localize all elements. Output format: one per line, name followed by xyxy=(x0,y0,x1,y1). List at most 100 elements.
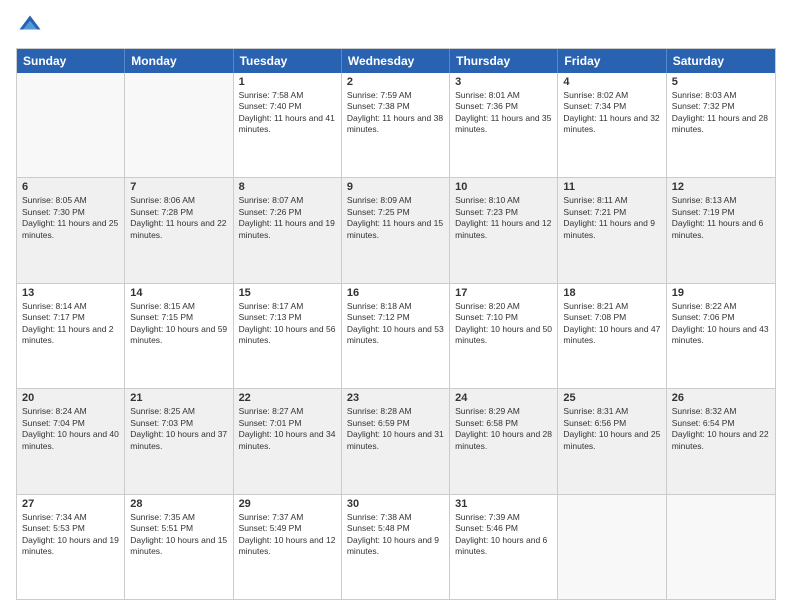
day-number: 30 xyxy=(347,498,444,510)
calendar-row-3: 20 Sunrise: 8:24 AM Sunset: 7:04 PM Dayli… xyxy=(17,389,775,494)
calendar-cell: 5 Sunrise: 8:03 AM Sunset: 7:32 PM Daylig… xyxy=(667,73,775,177)
calendar-cell: 18 Sunrise: 8:21 AM Sunset: 7:08 PM Dayli… xyxy=(558,284,666,388)
calendar-cell: 7 Sunrise: 8:06 AM Sunset: 7:28 PM Daylig… xyxy=(125,178,233,282)
calendar-cell: 17Sunrise: 8:20 AM Sunset: 7:10 PM Dayli… xyxy=(450,284,558,388)
header-day-saturday: Saturday xyxy=(667,49,775,73)
calendar-cell: 15 Sunrise: 8:17 AM Sunset: 7:13 PM Dayli… xyxy=(234,284,342,388)
day-info: Sunrise: 8:28 AM Sunset: 6:59 PM Dayligh… xyxy=(347,406,444,452)
day-number: 19 xyxy=(672,287,770,299)
calendar-cell xyxy=(17,73,125,177)
calendar-cell: 10 Sunrise: 8:10 AM Sunset: 7:23 PM Dayli… xyxy=(450,178,558,282)
calendar-cell xyxy=(125,73,233,177)
day-info: Sunrise: 8:07 AM Sunset: 7:26 PM Dayligh… xyxy=(239,195,336,241)
day-number: 1 xyxy=(239,76,336,88)
day-number: 15 xyxy=(239,287,336,299)
day-number: 24 xyxy=(455,392,552,404)
calendar-cell: 4Sunrise: 8:02 AM Sunset: 7:34 PM Daylig… xyxy=(558,73,666,177)
calendar-cell: 21Sunrise: 8:25 AM Sunset: 7:03 PM Dayli… xyxy=(125,389,233,493)
calendar-cell: 29 Sunrise: 7:37 AM Sunset: 5:49 PM Dayli… xyxy=(234,495,342,599)
calendar-cell: 25 Sunrise: 8:31 AM Sunset: 6:56 PM Dayli… xyxy=(558,389,666,493)
day-number: 25 xyxy=(563,392,660,404)
day-info: Sunrise: 8:15 AM Sunset: 7:15 PM Dayligh… xyxy=(130,301,227,347)
day-number: 20 xyxy=(22,392,119,404)
calendar-cell: 20 Sunrise: 8:24 AM Sunset: 7:04 PM Dayli… xyxy=(17,389,125,493)
header xyxy=(16,12,776,40)
calendar-cell: 31Sunrise: 7:39 AM Sunset: 5:46 PM Dayli… xyxy=(450,495,558,599)
calendar-body: 1 Sunrise: 7:58 AM Sunset: 7:40 PM Daylig… xyxy=(17,73,775,599)
calendar-cell: 8 Sunrise: 8:07 AM Sunset: 7:26 PM Daylig… xyxy=(234,178,342,282)
calendar: SundayMondayTuesdayWednesdayThursdayFrid… xyxy=(16,48,776,600)
header-day-thursday: Thursday xyxy=(450,49,558,73)
day-number: 29 xyxy=(239,498,336,510)
day-info: Sunrise: 8:27 AM Sunset: 7:01 PM Dayligh… xyxy=(239,406,336,452)
day-info: Sunrise: 8:05 AM Sunset: 7:30 PM Dayligh… xyxy=(22,195,119,241)
day-number: 7 xyxy=(130,181,227,193)
day-number: 9 xyxy=(347,181,444,193)
day-info: Sunrise: 8:13 AM Sunset: 7:19 PM Dayligh… xyxy=(672,195,770,241)
day-number: 3 xyxy=(455,76,552,88)
day-number: 26 xyxy=(672,392,770,404)
day-info: Sunrise: 8:11 AM Sunset: 7:21 PM Dayligh… xyxy=(563,195,660,241)
day-number: 11 xyxy=(563,181,660,193)
calendar-cell: 27 Sunrise: 7:34 AM Sunset: 5:53 PM Dayli… xyxy=(17,495,125,599)
day-number: 17 xyxy=(455,287,552,299)
calendar-cell: 22 Sunrise: 8:27 AM Sunset: 7:01 PM Dayli… xyxy=(234,389,342,493)
day-number: 18 xyxy=(563,287,660,299)
day-info: Sunrise: 7:38 AM Sunset: 5:48 PM Dayligh… xyxy=(347,512,444,558)
calendar-cell: 30 Sunrise: 7:38 AM Sunset: 5:48 PM Dayli… xyxy=(342,495,450,599)
calendar-cell: 28 Sunrise: 7:35 AM Sunset: 5:51 PM Dayli… xyxy=(125,495,233,599)
calendar-cell: 3 Sunrise: 8:01 AM Sunset: 7:36 PM Daylig… xyxy=(450,73,558,177)
day-info: Sunrise: 8:01 AM Sunset: 7:36 PM Dayligh… xyxy=(455,90,552,136)
day-number: 14 xyxy=(130,287,227,299)
day-number: 28 xyxy=(130,498,227,510)
calendar-row-4: 27 Sunrise: 7:34 AM Sunset: 5:53 PM Dayli… xyxy=(17,495,775,599)
day-info: Sunrise: 8:22 AM Sunset: 7:06 PM Dayligh… xyxy=(672,301,770,347)
day-number: 5 xyxy=(672,76,770,88)
day-info: Sunrise: 7:58 AM Sunset: 7:40 PM Dayligh… xyxy=(239,90,336,136)
day-info: Sunrise: 7:39 AM Sunset: 5:46 PM Dayligh… xyxy=(455,512,552,558)
day-info: Sunrise: 8:24 AM Sunset: 7:04 PM Dayligh… xyxy=(22,406,119,452)
day-number: 16 xyxy=(347,287,444,299)
day-number: 12 xyxy=(672,181,770,193)
header-day-tuesday: Tuesday xyxy=(234,49,342,73)
header-day-friday: Friday xyxy=(558,49,666,73)
calendar-cell: 2Sunrise: 7:59 AM Sunset: 7:38 PM Daylig… xyxy=(342,73,450,177)
day-number: 4 xyxy=(563,76,660,88)
day-info: Sunrise: 8:14 AM Sunset: 7:17 PM Dayligh… xyxy=(22,301,119,347)
day-info: Sunrise: 8:09 AM Sunset: 7:25 PM Dayligh… xyxy=(347,195,444,241)
day-info: Sunrise: 7:34 AM Sunset: 5:53 PM Dayligh… xyxy=(22,512,119,558)
day-info: Sunrise: 8:21 AM Sunset: 7:08 PM Dayligh… xyxy=(563,301,660,347)
day-number: 8 xyxy=(239,181,336,193)
day-info: Sunrise: 8:18 AM Sunset: 7:12 PM Dayligh… xyxy=(347,301,444,347)
day-number: 22 xyxy=(239,392,336,404)
day-info: Sunrise: 8:06 AM Sunset: 7:28 PM Dayligh… xyxy=(130,195,227,241)
day-info: Sunrise: 7:59 AM Sunset: 7:38 PM Dayligh… xyxy=(347,90,444,136)
day-number: 10 xyxy=(455,181,552,193)
calendar-cell: 9 Sunrise: 8:09 AM Sunset: 7:25 PM Daylig… xyxy=(342,178,450,282)
calendar-row-1: 6 Sunrise: 8:05 AM Sunset: 7:30 PM Daylig… xyxy=(17,178,775,283)
header-day-wednesday: Wednesday xyxy=(342,49,450,73)
day-info: Sunrise: 8:03 AM Sunset: 7:32 PM Dayligh… xyxy=(672,90,770,136)
calendar-cell: 11 Sunrise: 8:11 AM Sunset: 7:21 PM Dayli… xyxy=(558,178,666,282)
calendar-cell: 19 Sunrise: 8:22 AM Sunset: 7:06 PM Dayli… xyxy=(667,284,775,388)
day-info: Sunrise: 8:32 AM Sunset: 6:54 PM Dayligh… xyxy=(672,406,770,452)
header-day-monday: Monday xyxy=(125,49,233,73)
day-info: Sunrise: 8:29 AM Sunset: 6:58 PM Dayligh… xyxy=(455,406,552,452)
day-number: 13 xyxy=(22,287,119,299)
day-info: Sunrise: 7:37 AM Sunset: 5:49 PM Dayligh… xyxy=(239,512,336,558)
day-info: Sunrise: 8:17 AM Sunset: 7:13 PM Dayligh… xyxy=(239,301,336,347)
day-number: 23 xyxy=(347,392,444,404)
calendar-cell: 13 Sunrise: 8:14 AM Sunset: 7:17 PM Dayli… xyxy=(17,284,125,388)
calendar-cell xyxy=(667,495,775,599)
day-number: 6 xyxy=(22,181,119,193)
logo-icon xyxy=(16,12,44,40)
day-info: Sunrise: 8:31 AM Sunset: 6:56 PM Dayligh… xyxy=(563,406,660,452)
calendar-cell: 1 Sunrise: 7:58 AM Sunset: 7:40 PM Daylig… xyxy=(234,73,342,177)
calendar-row-0: 1 Sunrise: 7:58 AM Sunset: 7:40 PM Daylig… xyxy=(17,73,775,178)
day-info: Sunrise: 7:35 AM Sunset: 5:51 PM Dayligh… xyxy=(130,512,227,558)
day-number: 27 xyxy=(22,498,119,510)
calendar-cell: 6 Sunrise: 8:05 AM Sunset: 7:30 PM Daylig… xyxy=(17,178,125,282)
day-info: Sunrise: 8:10 AM Sunset: 7:23 PM Dayligh… xyxy=(455,195,552,241)
calendar-cell: 24 Sunrise: 8:29 AM Sunset: 6:58 PM Dayli… xyxy=(450,389,558,493)
calendar-header: SundayMondayTuesdayWednesdayThursdayFrid… xyxy=(17,49,775,73)
